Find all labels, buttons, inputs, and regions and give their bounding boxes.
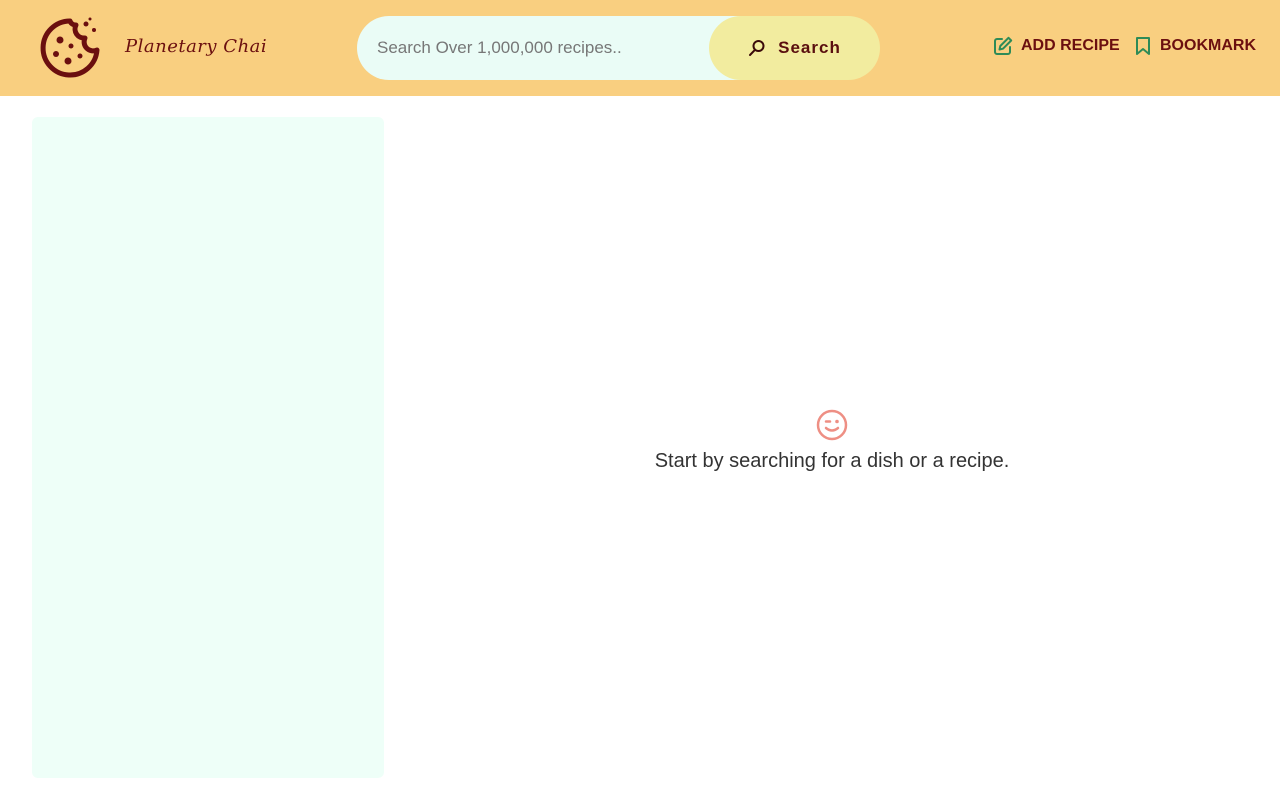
bookmark-button[interactable]: BOOKMARK — [1134, 36, 1256, 56]
search-button-label: Search — [778, 38, 841, 57]
search-form: Search — [357, 16, 880, 80]
add-recipe-button[interactable]: ADD RECIPE — [993, 36, 1120, 56]
bookmark-icon — [1136, 37, 1150, 55]
search-icon — [749, 40, 765, 56]
search-button[interactable]: Search — [709, 16, 880, 80]
wink-smile-icon — [816, 409, 848, 441]
edit-icon — [994, 36, 1013, 55]
add-recipe-label: ADD RECIPE — [1021, 37, 1120, 54]
empty-state-message: Start by searching for a dish or a recip… — [654, 450, 1010, 472]
cookie-icon[interactable] — [38, 16, 102, 80]
search-input[interactable] — [357, 16, 757, 80]
header: Planetary Chai Search ADD RECIPE BOOKMAR… — [0, 0, 1280, 96]
bookmark-label: BOOKMARK — [1160, 37, 1256, 54]
brand-name: Planetary Chai — [125, 36, 268, 57]
search-results-sidebar — [32, 117, 384, 778]
recipe-empty-state: Start by searching for a dish or a recip… — [384, 408, 1280, 473]
